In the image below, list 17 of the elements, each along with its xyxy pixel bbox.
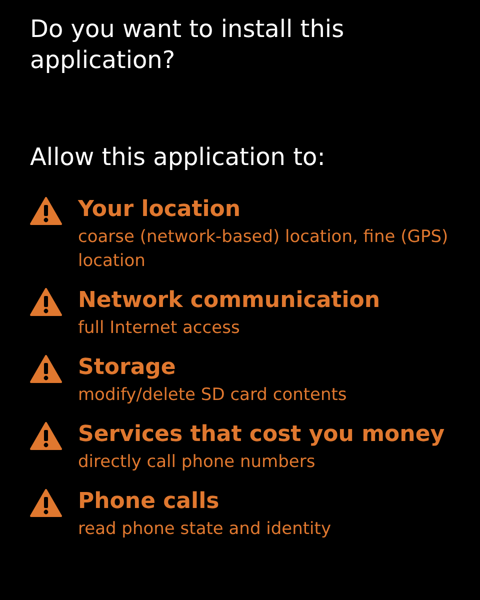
permission-group: Storage [78, 353, 347, 383]
permission-group: Network communication [78, 286, 380, 316]
permission-detail: full Internet access [78, 317, 241, 340]
permission-detail: directly call phone numbers [78, 451, 316, 474]
warning-icon [30, 288, 62, 316]
warning-icon [30, 355, 62, 383]
warning-icon [30, 422, 62, 450]
permission-group: Services that cost you money [78, 420, 445, 450]
permission-detail: modify/delete SD card contents [78, 384, 347, 407]
permission-group: Your location [78, 195, 464, 225]
permission-detail: read phone state and identity [78, 518, 332, 541]
permission-detail: coarse (network-based) location, fine (GPS) location [78, 226, 450, 273]
warning-icon [30, 489, 62, 517]
warning-icon [30, 197, 62, 225]
dialog-title: Do you want to install this application? [30, 14, 346, 76]
permission-group: Phone calls [78, 487, 332, 517]
permissions-heading: Allow this application to: [30, 142, 326, 173]
